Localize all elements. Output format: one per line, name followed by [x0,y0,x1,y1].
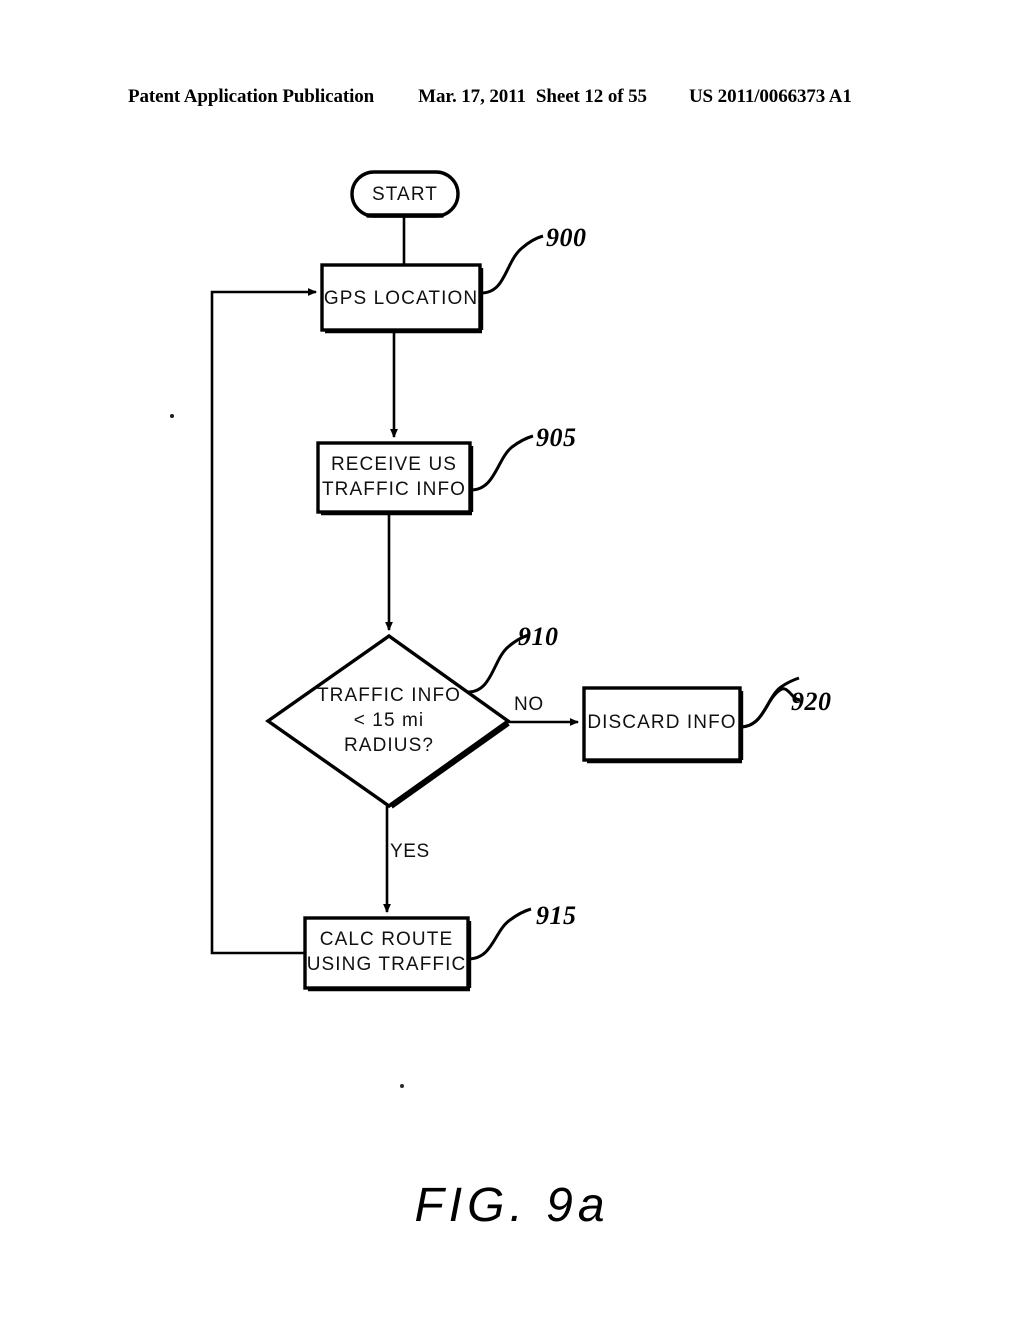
node-start-shape [350,170,460,218]
reference-number-920: 920 [791,687,832,716]
reference-number-910: 910 [518,622,559,651]
leader-line-900 [480,234,544,295]
edge-calc-feedback-to-gps [210,288,317,955]
node-decision-shape [265,633,511,809]
reference-number-900: 900 [546,223,587,252]
figure-caption: FIG. 9a [414,1179,610,1232]
branch-label-no: NO [514,694,544,715]
node-receive-shape [316,441,472,514]
patent-figure-drawing [170,170,801,1088]
branch-label-yes: YES [390,841,430,862]
node-discard-shape [582,686,742,762]
reference-number-915: 915 [536,901,577,930]
reference-number-905: 905 [536,423,577,452]
node-gps-shape [320,263,482,332]
scan-speck-artifact-2 [400,1084,404,1088]
leader-line-915 [467,907,532,961]
leader-line-905 [470,434,534,492]
node-calc-shape [303,916,470,990]
scan-speck-artifact [170,414,174,418]
